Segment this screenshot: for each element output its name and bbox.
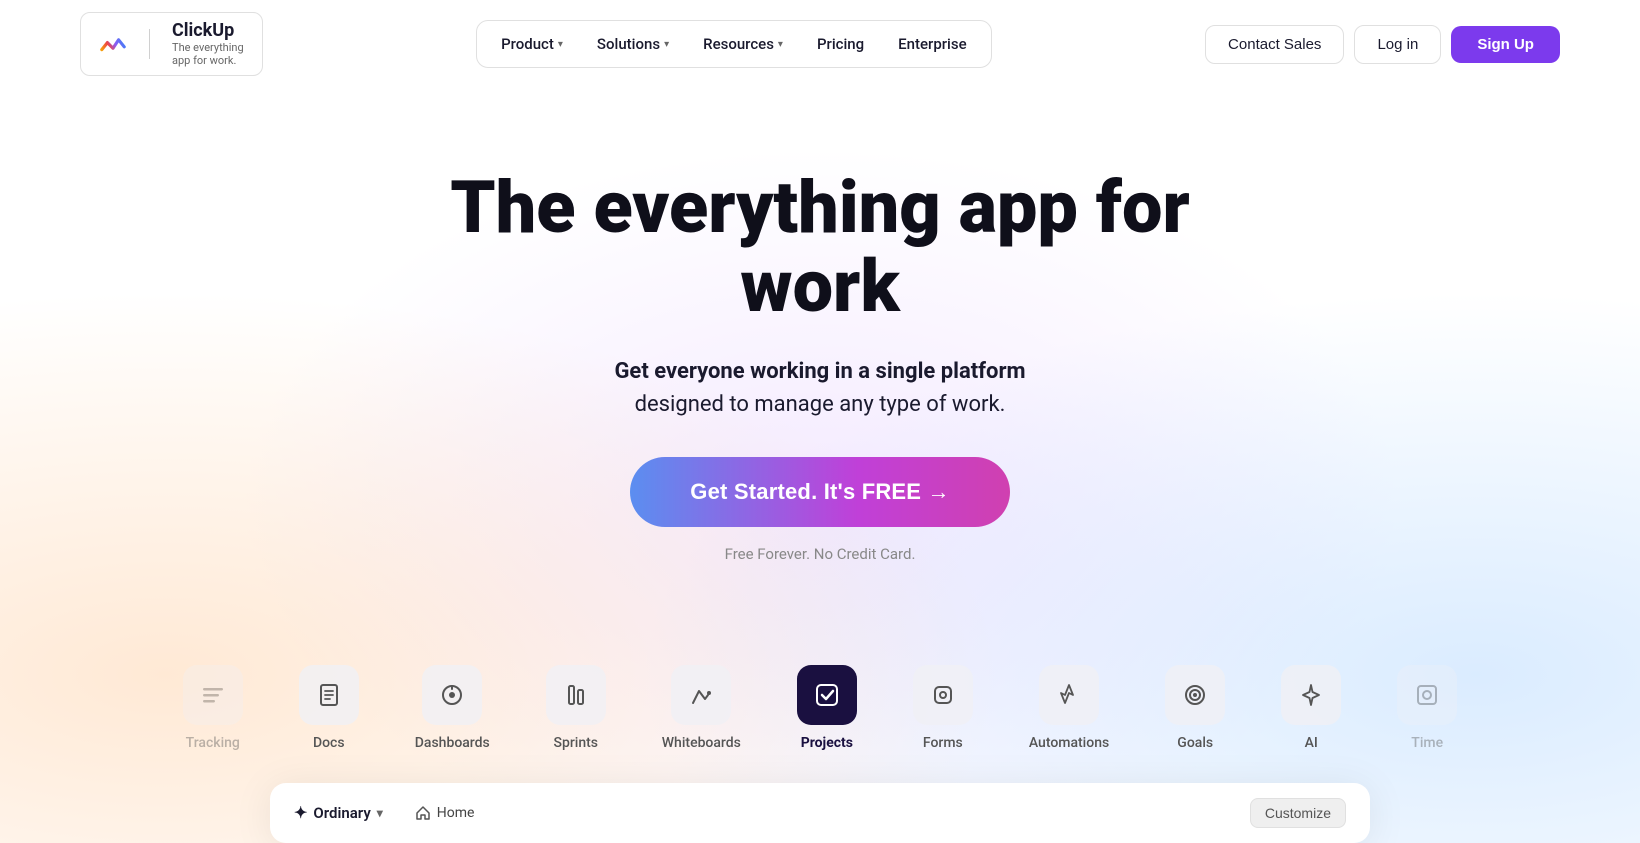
navbar: ClickUp The everything app for work. Pro… xyxy=(0,0,1640,88)
tab-icon-whiteboards-wrap xyxy=(671,665,731,725)
nav-item-resources[interactable]: Resources ▾ xyxy=(689,27,797,61)
nav-item-solutions[interactable]: Solutions ▾ xyxy=(583,27,683,61)
hero-subtitle: Get everyone working in a single platfor… xyxy=(614,355,1025,421)
chevron-down-icon: ▾ xyxy=(664,39,669,50)
preview-card: ✦ Ordinary ▾ Home Customize xyxy=(270,783,1370,843)
tab-item-time[interactable]: Time xyxy=(1369,653,1485,763)
nav-center: Product ▾ Solutions ▾ Resources ▾ Pricin… xyxy=(476,20,992,68)
preview-logo: ✦ Ordinary ▾ xyxy=(294,803,383,822)
whiteboards-icon xyxy=(687,681,715,709)
tab-icon-goals-wrap xyxy=(1165,665,1225,725)
tab-item-goals[interactable]: Goals xyxy=(1137,653,1253,763)
tab-label-forms: Forms xyxy=(923,735,963,751)
chevron-down-icon: ▾ xyxy=(558,39,563,50)
tab-item-forms[interactable]: Forms xyxy=(885,653,1001,763)
preview-dropdown-icon: ▾ xyxy=(377,806,383,820)
goals-icon xyxy=(1181,681,1209,709)
preview-nav-home-label: Home xyxy=(437,805,475,821)
tab-label-docs: Docs xyxy=(313,735,345,751)
tab-icon-dashboards-wrap xyxy=(422,665,482,725)
customize-button[interactable]: Customize xyxy=(1250,798,1346,828)
projects-icon xyxy=(813,681,841,709)
get-started-button[interactable]: Get Started. It's FREE → xyxy=(630,457,1009,527)
docs-icon xyxy=(315,681,343,709)
tab-label-projects: Projects xyxy=(801,735,853,751)
tab-icon-time-wrap xyxy=(1397,665,1457,725)
tab-item-ai[interactable]: AI xyxy=(1253,653,1369,763)
sprints-icon xyxy=(562,681,590,709)
tab-item-tracking[interactable]: Tracking xyxy=(155,653,271,763)
nav-item-product[interactable]: Product ▾ xyxy=(487,27,577,61)
signup-button[interactable]: Sign Up xyxy=(1451,26,1560,63)
tab-item-dashboards[interactable]: Dashboards xyxy=(387,653,518,763)
login-button[interactable]: Log in xyxy=(1354,25,1441,64)
tab-icon-projects-wrap xyxy=(797,665,857,725)
tab-label-dashboards: Dashboards xyxy=(415,735,490,751)
tab-label-automations: Automations xyxy=(1029,735,1109,751)
tab-icon-sprints-wrap xyxy=(546,665,606,725)
logo-tagline-line2: app for work. xyxy=(172,54,244,67)
nav-item-pricing[interactable]: Pricing xyxy=(803,27,878,61)
hero-subtitle-strong: Get everyone working in a single platfor… xyxy=(614,359,1025,384)
tab-item-projects[interactable]: Projects xyxy=(769,653,885,763)
logo-text: ClickUp The everything app for work. xyxy=(172,21,244,67)
preview-logo-label: Ordinary xyxy=(313,804,370,822)
nav-right: Contact Sales Log in Sign Up xyxy=(1205,25,1560,64)
hero-fine-print: Free Forever. No Credit Card. xyxy=(725,545,916,563)
tab-icon-ai-wrap xyxy=(1281,665,1341,725)
hero-title: The everything app for work xyxy=(370,168,1270,326)
clickup-logo-icon xyxy=(99,30,127,58)
logo[interactable]: ClickUp The everything app for work. xyxy=(80,12,263,76)
preview-logo-star-icon: ✦ xyxy=(294,803,307,822)
time-icon xyxy=(1413,681,1441,709)
tab-item-docs[interactable]: Docs xyxy=(271,653,387,763)
feature-tabs: Tracking Docs Dashboards xyxy=(0,653,1640,763)
tab-label-whiteboards: Whiteboards xyxy=(662,735,741,751)
preview-nav-home[interactable]: Home xyxy=(403,799,487,827)
home-icon xyxy=(415,805,431,821)
nav-left: ClickUp The everything app for work. xyxy=(80,12,263,76)
tab-item-whiteboards[interactable]: Whiteboards xyxy=(634,653,769,763)
tab-icon-tracking-wrap xyxy=(183,665,243,725)
logo-divider xyxy=(149,29,150,59)
tab-item-sprints[interactable]: Sprints xyxy=(518,653,634,763)
contact-sales-button[interactable]: Contact Sales xyxy=(1205,25,1344,64)
logo-tagline-line1: The everything xyxy=(172,41,244,54)
hero-section: The everything app for work Get everyone… xyxy=(0,88,1640,652)
logo-name: ClickUp xyxy=(172,21,244,41)
tab-label-sprints: Sprints xyxy=(553,735,598,751)
tab-label-ai: AI xyxy=(1305,735,1318,751)
tab-icon-docs-wrap xyxy=(299,665,359,725)
dashboards-icon xyxy=(438,681,466,709)
tab-item-automations[interactable]: Automations xyxy=(1001,653,1137,763)
tab-label-tracking: Tracking xyxy=(186,735,240,751)
automations-icon xyxy=(1055,681,1083,709)
tab-icon-automations-wrap xyxy=(1039,665,1099,725)
chevron-down-icon: ▾ xyxy=(778,39,783,50)
tab-icon-forms-wrap xyxy=(913,665,973,725)
hero-subtitle-rest: designed to manage any type of work. xyxy=(635,392,1006,417)
forms-icon xyxy=(929,681,957,709)
nav-item-enterprise[interactable]: Enterprise xyxy=(884,27,980,61)
tab-label-goals: Goals xyxy=(1177,735,1213,751)
ai-icon xyxy=(1297,681,1325,709)
tracking-icon xyxy=(199,681,227,709)
tab-label-time: Time xyxy=(1411,735,1443,751)
